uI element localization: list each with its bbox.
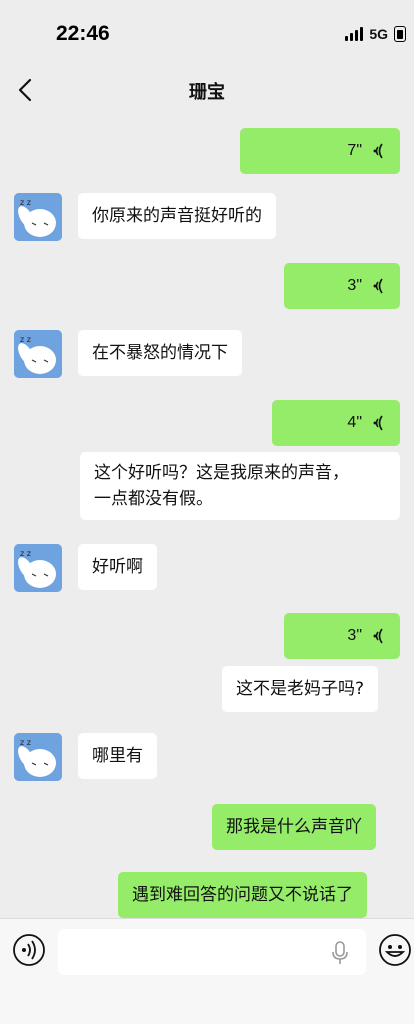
bunny-avatar-icon: z z [14, 733, 62, 781]
voice-message-bubble[interactable]: 3" [284, 613, 400, 659]
status-bar: 22:46 5G [0, 0, 414, 64]
contact-avatar[interactable]: z z [14, 193, 62, 241]
outgoing-message-bubble[interactable]: 这不是老妈子吗? [222, 666, 379, 712]
voice-message-bubble[interactable]: 4" [272, 400, 400, 446]
svg-text:z z: z z [20, 198, 31, 207]
status-indicators: 5G [345, 26, 406, 42]
outgoing-message-bubble[interactable]: 这个好听吗？这是我原来的声音， 一点都没有假。 [80, 452, 400, 520]
incoming-message-bubble[interactable]: 哪里有 [78, 733, 157, 779]
voice-duration: 7" [347, 142, 362, 159]
contact-avatar[interactable]: z z [14, 330, 62, 378]
chat-title: 珊宝 [189, 82, 225, 103]
mic-icon[interactable] [330, 941, 350, 965]
incoming-message-bubble[interactable]: 在不暴怒的情况下 [78, 330, 242, 376]
bunny-avatar-icon: z z [14, 330, 62, 378]
signal-icon [345, 27, 364, 41]
nav-bar: 珊宝 [0, 64, 414, 116]
message-input[interactable] [58, 929, 366, 975]
voice-duration: 4" [347, 414, 362, 431]
bunny-avatar-icon: z z [14, 544, 62, 592]
voice-input-toggle[interactable] [12, 933, 46, 967]
emoji-icon [379, 934, 411, 966]
voice-message-bubble[interactable]: 7" [240, 128, 400, 174]
emoji-button[interactable] [378, 933, 412, 967]
svg-text:z z: z z [20, 335, 31, 344]
contact-avatar[interactable]: z z [14, 733, 62, 781]
message-line: 这个好听吗？这是我原来的声音， [94, 463, 349, 483]
chat-message-list[interactable]: 7" z z 你原来的声音挺好听的 3" z z 在不暴怒的情况下 4" 这个好… [0, 116, 414, 918]
incoming-message-bubble[interactable]: 好听啊 [78, 544, 157, 590]
input-bar [0, 918, 414, 1024]
voice-wave-icon [373, 278, 383, 294]
voice-toggle-icon [13, 934, 45, 966]
voice-duration: 3" [347, 277, 362, 294]
voice-wave-icon [373, 628, 383, 644]
svg-text:z z: z z [20, 549, 31, 558]
outgoing-message-bubble[interactable]: 那我是什么声音吖 [212, 804, 376, 850]
svg-text:z z: z z [20, 738, 31, 747]
outgoing-message-bubble[interactable]: 遇到难回答的问题又不说话了 [118, 872, 367, 918]
bunny-avatar-icon: z z [14, 193, 62, 241]
message-line: 一点都没有假。 [94, 489, 213, 509]
battery-icon [394, 26, 406, 42]
voice-wave-icon [373, 415, 383, 431]
contact-avatar[interactable]: z z [14, 544, 62, 592]
network-label: 5G [369, 26, 388, 42]
voice-message-bubble[interactable]: 3" [284, 263, 400, 309]
voice-wave-icon [373, 143, 383, 159]
status-time: 22:46 [56, 22, 110, 45]
incoming-message-bubble[interactable]: 你原来的声音挺好听的 [78, 193, 276, 239]
voice-duration: 3" [347, 627, 362, 644]
